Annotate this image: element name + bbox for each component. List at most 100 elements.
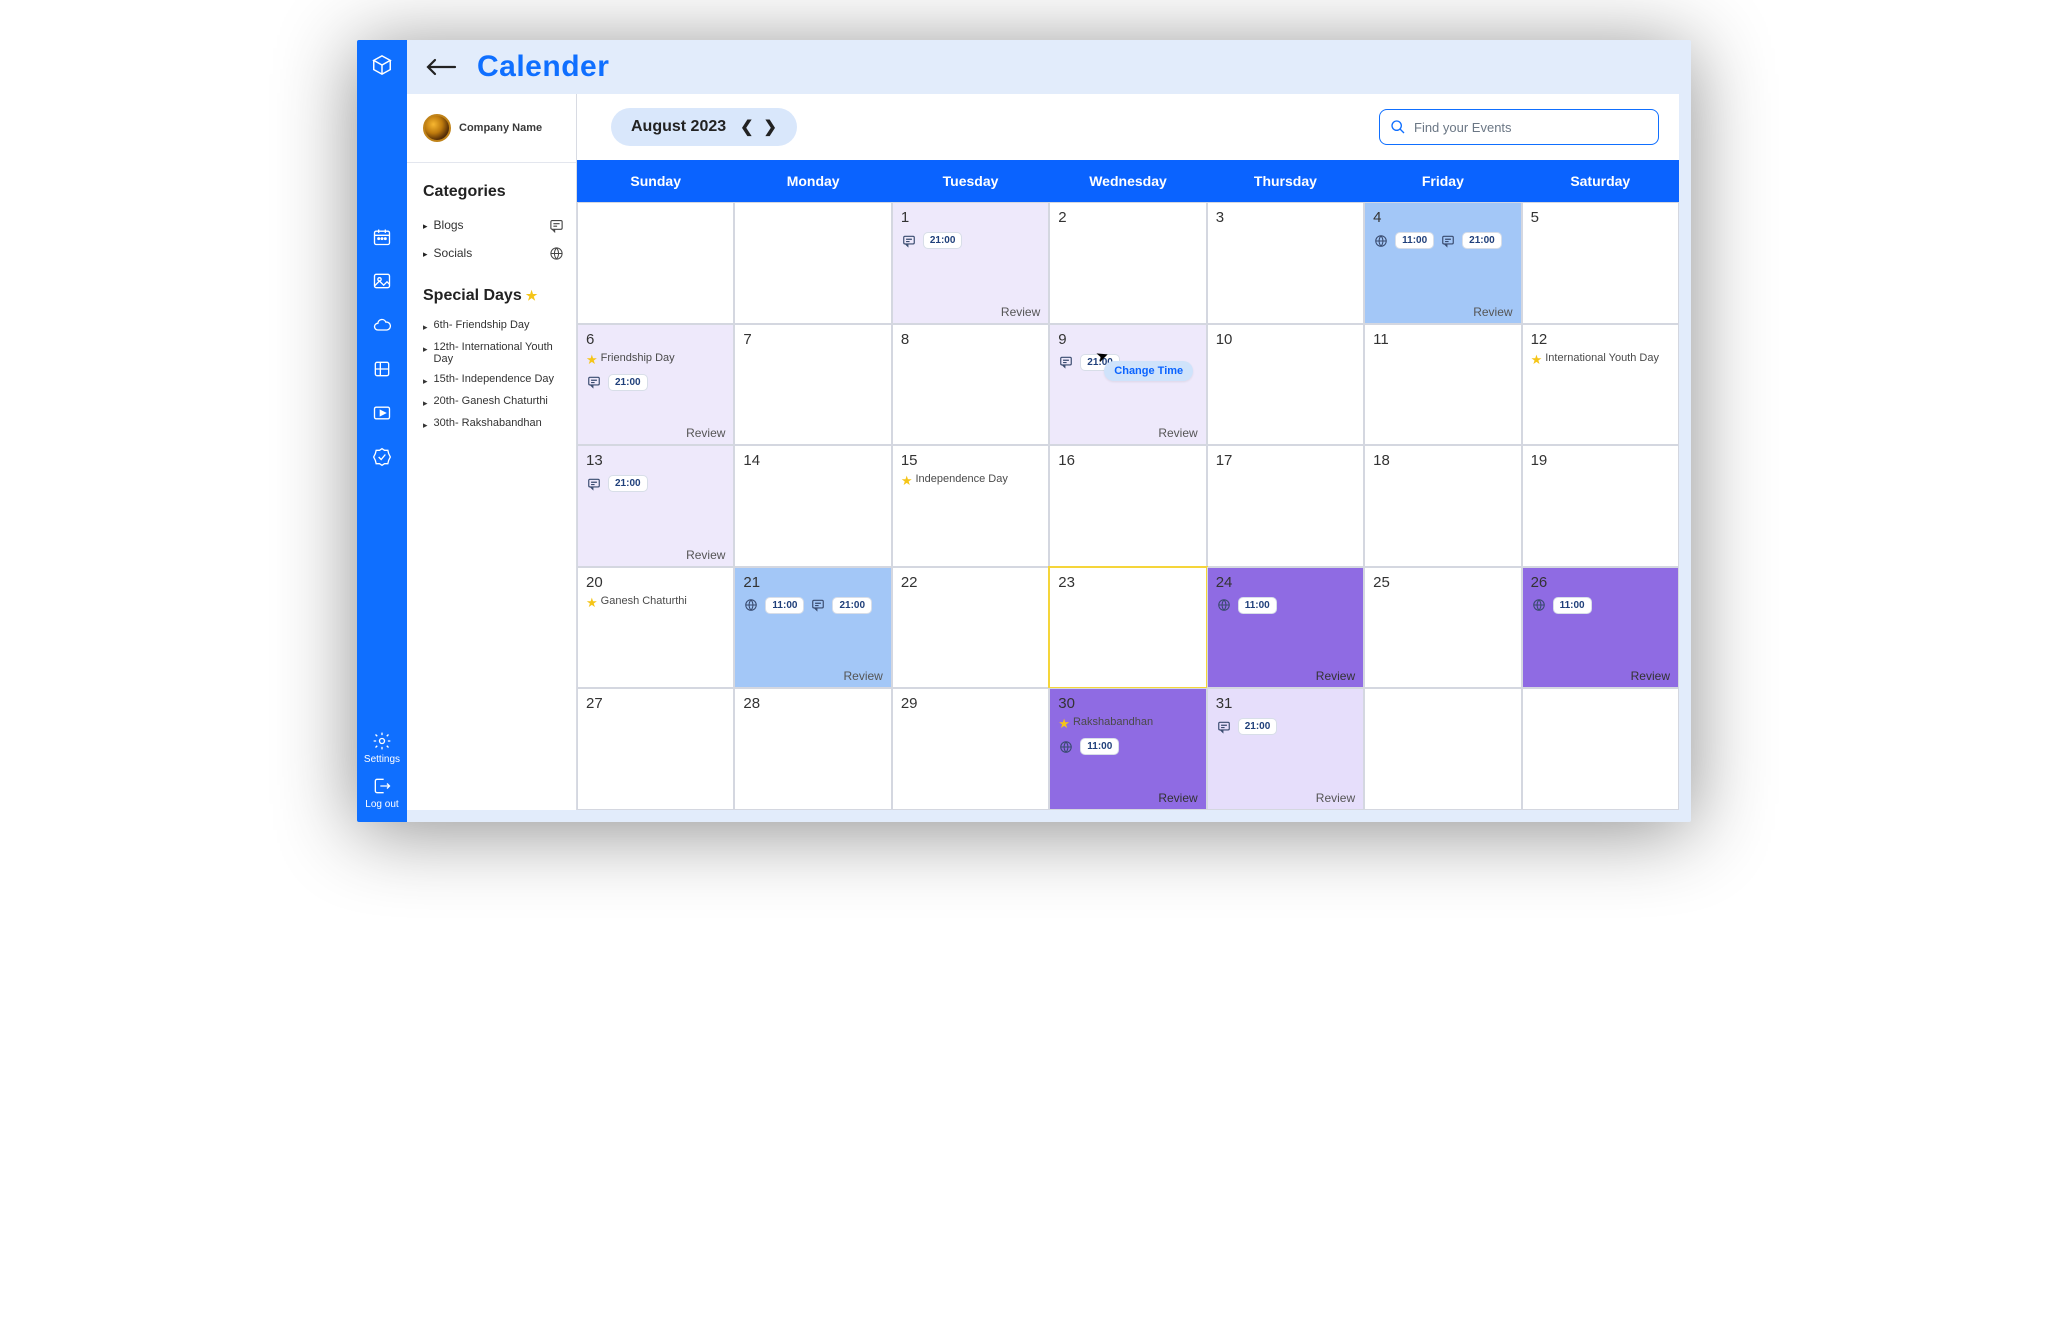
day-cell[interactable]: 19 — [1522, 445, 1679, 567]
day-cell[interactable]: 21 11:00 21:00 Review — [734, 567, 891, 689]
event-chip[interactable]: 21:00 — [1462, 232, 1502, 249]
event-time: 21:00 — [615, 377, 641, 388]
day-cell[interactable]: 25 — [1364, 567, 1521, 689]
day-cell[interactable]: 24 11:00 Review — [1207, 567, 1364, 689]
search-icon — [1390, 119, 1406, 135]
day-cell[interactable]: 5 — [1522, 202, 1679, 324]
blog-icon — [1216, 719, 1232, 735]
day-number: 5 — [1531, 209, 1672, 226]
event-chip[interactable]: 11:00 — [1238, 597, 1277, 614]
day-cell[interactable]: 20★Ganesh Chaturthi — [577, 567, 734, 689]
event-chip[interactable]: 11:00 — [1395, 232, 1434, 249]
event-chips: 21:00 — [1216, 718, 1357, 735]
review-link[interactable]: Review — [686, 426, 725, 440]
calendar-nav-icon[interactable] — [371, 226, 393, 248]
review-link[interactable]: Review — [1473, 305, 1512, 319]
logout-nav[interactable]: Log out — [365, 775, 398, 810]
blog-icon — [1440, 233, 1456, 249]
day-blank[interactable] — [1522, 688, 1679, 810]
search-box — [1379, 109, 1659, 145]
day-number: 28 — [743, 695, 884, 712]
day-number: 16 — [1058, 452, 1199, 469]
day-cell[interactable]: 27 — [577, 688, 734, 810]
event-chip[interactable]: 11:00 — [1080, 738, 1119, 755]
day-cell[interactable]: 12★International Youth Day — [1522, 324, 1679, 446]
day-cell[interactable]: 30★Rakshabandhan11:00Review — [1049, 688, 1206, 810]
logout-label: Log out — [365, 799, 398, 810]
day-cell[interactable]: 7 — [734, 324, 891, 446]
day-number: 24 — [1216, 574, 1357, 591]
review-link[interactable]: Review — [1631, 669, 1670, 683]
event-chip[interactable]: 11:00 — [765, 597, 804, 614]
review-link[interactable]: Review — [1001, 305, 1040, 319]
category-item-socials[interactable]: ▸Socials — [423, 239, 564, 267]
category-item-blogs[interactable]: ▸Blogs — [423, 211, 564, 239]
day-cell[interactable]: 11 — [1364, 324, 1521, 446]
day-cell[interactable]: 29 — [892, 688, 1049, 810]
change-time-tooltip[interactable]: Change Time — [1104, 361, 1193, 381]
day-cell[interactable]: 121:00Review — [892, 202, 1049, 324]
day-blank[interactable] — [1364, 688, 1521, 810]
event-chip[interactable]: 21:00 — [608, 374, 648, 391]
day-cell[interactable]: 4 11:00 21:00 Review — [1364, 202, 1521, 324]
event-chips: 21:00 — [901, 232, 1042, 249]
event-chip[interactable]: 21:00 — [923, 232, 963, 249]
day-blank[interactable] — [577, 202, 734, 324]
search-input[interactable] — [1414, 120, 1648, 135]
day-cell-today[interactable]: 23 — [1049, 567, 1206, 689]
event-chip[interactable]: 21:00 — [832, 597, 872, 614]
day-cell[interactable]: 921:00Review➤Change Time — [1049, 324, 1206, 446]
prev-month-button[interactable]: ❮ — [740, 117, 753, 137]
back-arrow-icon[interactable] — [419, 57, 463, 77]
day-cell[interactable]: 15★Independence Day — [892, 445, 1049, 567]
review-link[interactable]: Review — [843, 669, 882, 683]
day-cell[interactable]: 22 — [892, 567, 1049, 689]
dow-tuesday: Tuesday — [892, 160, 1049, 202]
review-link[interactable]: Review — [1316, 791, 1355, 805]
day-number: 21 — [743, 574, 884, 591]
next-month-button[interactable]: ❯ — [764, 117, 777, 137]
event-time: 11:00 — [1245, 600, 1270, 611]
day-cell[interactable]: 14 — [734, 445, 891, 567]
day-cell[interactable]: 13 21:00 Review — [577, 445, 734, 567]
day-number: 2 — [1058, 209, 1199, 226]
day-cell[interactable]: 2 — [1049, 202, 1206, 324]
day-cell[interactable]: 18 — [1364, 445, 1521, 567]
settings-nav[interactable]: Settings — [364, 730, 400, 765]
day-cell[interactable]: 16 — [1049, 445, 1206, 567]
cloud-nav-icon[interactable] — [371, 314, 393, 336]
review-link[interactable]: Review — [1316, 669, 1355, 683]
review-link[interactable]: Review — [1158, 426, 1197, 440]
event-chip[interactable]: 21:00 — [1238, 718, 1278, 735]
event-time: 11:00 — [1402, 235, 1427, 246]
day-cell[interactable]: 8 — [892, 324, 1049, 446]
day-cell[interactable]: 6★Friendship Day21:00Review — [577, 324, 734, 446]
review-link[interactable]: Review — [686, 548, 725, 562]
review-link[interactable]: Review — [1158, 791, 1197, 805]
special-day-label: ★Ganesh Chaturthi — [586, 595, 727, 611]
day-cell[interactable]: 3121:00Review — [1207, 688, 1364, 810]
image-nav-icon[interactable] — [371, 270, 393, 292]
grid-nav-icon[interactable] — [371, 358, 393, 380]
day-cell[interactable]: 28 — [734, 688, 891, 810]
left-panel: Company Name Categories ▸Blogs ▸Socials — [407, 94, 577, 810]
day-cell[interactable]: 3 — [1207, 202, 1364, 324]
day-cell[interactable]: 10 — [1207, 324, 1364, 446]
day-cell[interactable]: 17 — [1207, 445, 1364, 567]
blog-icon — [586, 476, 602, 492]
day-blank[interactable] — [734, 202, 891, 324]
video-nav-icon[interactable] — [371, 402, 393, 424]
main: Calender Company Name Categories ▸Blogs — [407, 40, 1691, 822]
event-chip[interactable]: 21:00 — [608, 475, 648, 492]
star-icon: ★ — [586, 352, 598, 368]
topbar: Calender — [407, 40, 1691, 94]
day-number: 4 — [1373, 209, 1514, 226]
event-chip[interactable]: 11:00 — [1553, 597, 1592, 614]
category-label: Socials — [434, 246, 473, 260]
day-number: 13 — [586, 452, 727, 469]
day-number: 27 — [586, 695, 727, 712]
list-item: ▸12th- International Youth Day — [423, 337, 564, 369]
badge-nav-icon[interactable] — [371, 446, 393, 468]
day-cell[interactable]: 2611:00Review — [1522, 567, 1679, 689]
special-day-label: ★Independence Day — [901, 473, 1042, 489]
